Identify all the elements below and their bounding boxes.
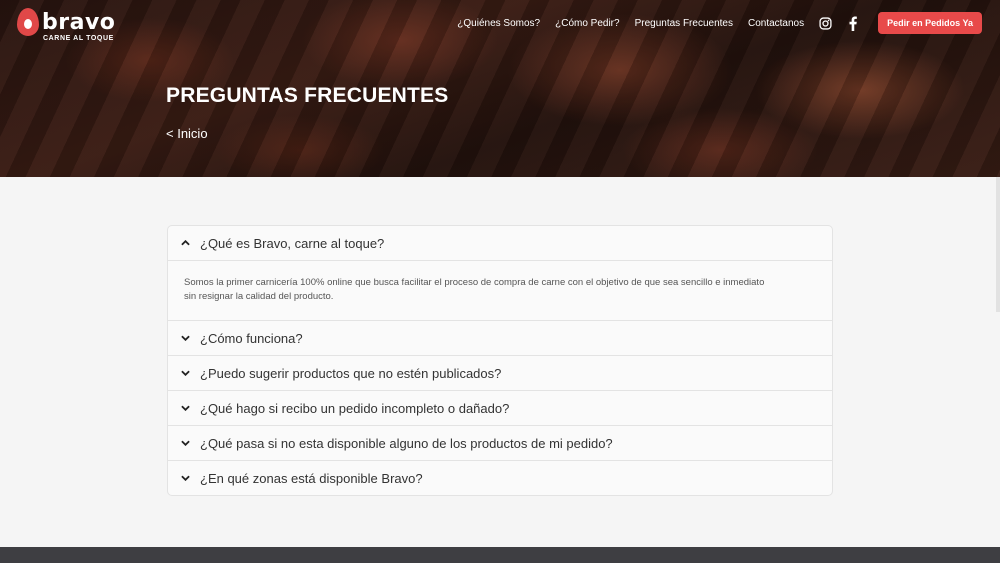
faq-item: ¿En qué zonas está disponible Bravo? xyxy=(168,461,832,495)
brand-logo[interactable]: bravo CARNE AL TOQUE xyxy=(17,8,115,44)
instagram-icon[interactable] xyxy=(818,16,832,30)
main-nav: ¿Quiénes Somos? ¿Cómo Pedir? Preguntas F… xyxy=(442,12,982,34)
chevron-down-icon xyxy=(180,333,190,343)
chevron-down-icon xyxy=(180,438,190,448)
faq-item: ¿Qué pasa si no esta disponible alguno d… xyxy=(168,426,832,461)
logo-tagline: CARNE AL TOQUE xyxy=(43,35,114,42)
faq-item: ¿Qué hago si recibo un pedido incompleto… xyxy=(168,391,832,426)
nav-link-como-pedir[interactable]: ¿Cómo Pedir? xyxy=(555,18,619,29)
page-title: PREGUNTAS FRECUENTES xyxy=(166,84,449,107)
nav-link-contactanos[interactable]: Contactanos xyxy=(748,18,804,29)
logo-wordmark: bravo xyxy=(42,10,116,35)
faq-question-toggle[interactable]: ¿Cómo funciona? xyxy=(168,321,832,355)
chevron-down-icon xyxy=(180,403,190,413)
faq-question: ¿Qué hago si recibo un pedido incompleto… xyxy=(200,400,510,416)
faq-item: ¿Cómo funciona? xyxy=(168,321,832,356)
faq-question: ¿Qué pasa si no esta disponible alguno d… xyxy=(200,435,613,451)
faq-question-toggle[interactable]: ¿Puedo sugerir productos que no estén pu… xyxy=(168,356,832,390)
faq-question-toggle[interactable]: ¿Qué pasa si no esta disponible alguno d… xyxy=(168,426,832,460)
faq-accordion: ¿Qué es Bravo, carne al toque? Somos la … xyxy=(167,225,833,496)
faq-question: ¿Cómo funciona? xyxy=(200,330,303,346)
chevron-up-icon xyxy=(180,238,190,248)
faq-question: ¿En qué zonas está disponible Bravo? xyxy=(200,470,423,486)
faq-answer: Somos la primer carnicería 100% online q… xyxy=(168,260,832,320)
nav-link-quienes-somos[interactable]: ¿Quiénes Somos? xyxy=(457,18,540,29)
faq-question: ¿Puedo sugerir productos que no estén pu… xyxy=(200,365,502,381)
faq-item: ¿Qué es Bravo, carne al toque? Somos la … xyxy=(168,226,832,321)
scrollbar[interactable] xyxy=(996,177,1000,312)
order-pedidos-ya-button[interactable]: Pedir en Pedidos Ya xyxy=(878,12,982,34)
faq-question-toggle[interactable]: ¿Qué hago si recibo un pedido incompleto… xyxy=(168,391,832,425)
chevron-down-icon xyxy=(180,473,190,483)
faq-question: ¿Qué es Bravo, carne al toque? xyxy=(200,235,385,251)
nav-link-preguntas-frecuentes[interactable]: Preguntas Frecuentes xyxy=(635,18,733,29)
logo-mark-icon xyxy=(17,8,39,36)
breadcrumb-home-link[interactable]: < Inicio xyxy=(166,126,208,141)
footer xyxy=(0,547,1000,563)
faq-question-toggle[interactable]: ¿En qué zonas está disponible Bravo? xyxy=(168,461,832,495)
chevron-down-icon xyxy=(180,368,190,378)
facebook-icon[interactable] xyxy=(846,16,860,31)
faq-item: ¿Puedo sugerir productos que no estén pu… xyxy=(168,356,832,391)
faq-question-toggle[interactable]: ¿Qué es Bravo, carne al toque? xyxy=(168,226,832,260)
